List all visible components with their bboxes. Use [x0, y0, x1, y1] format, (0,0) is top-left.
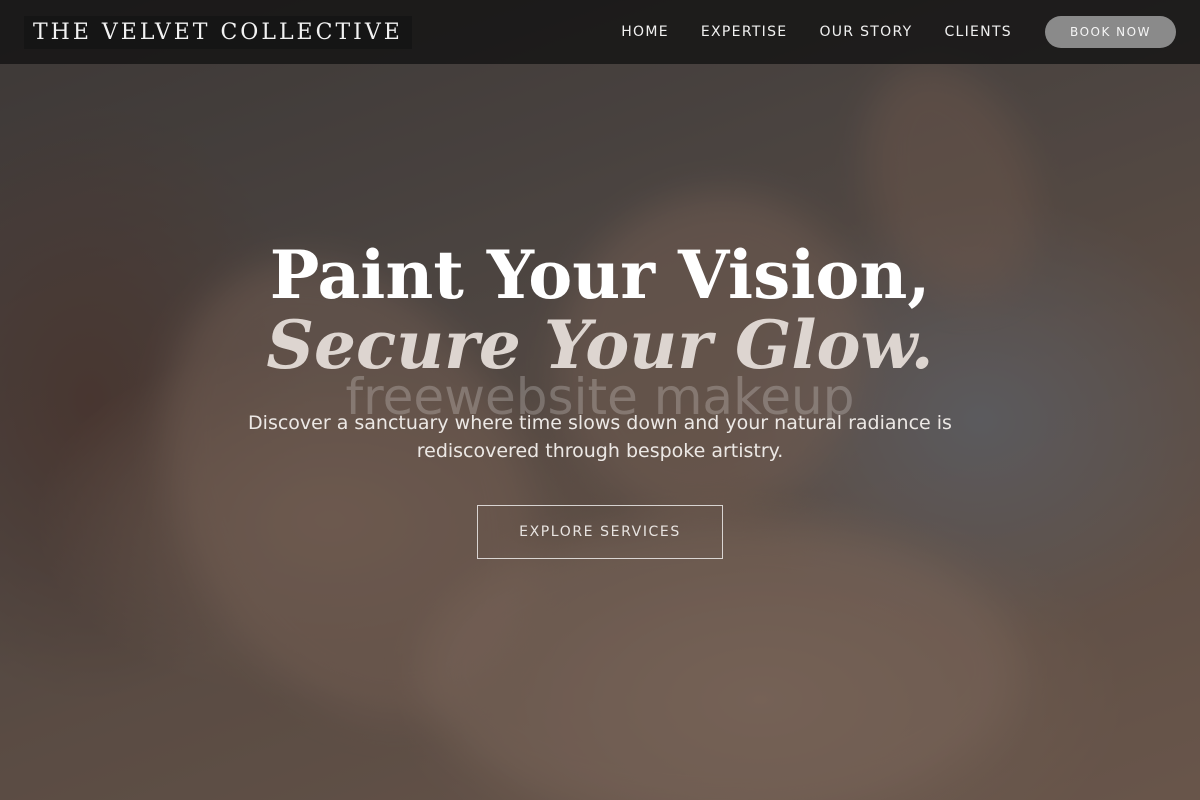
nav-link-expertise[interactable]: EXPERTISE	[701, 24, 788, 40]
nav-links: HOME EXPERTISE OUR STORY CLIENTS BOOK NO…	[589, 16, 1176, 48]
top-navigation: THE VELVET COLLECTIVE HOME EXPERTISE OUR…	[0, 0, 1200, 64]
explore-services-button[interactable]: EXPLORE SERVICES	[477, 505, 723, 559]
nav-link-clients[interactable]: CLIENTS	[944, 24, 1012, 40]
hero-section: Paint Your Vision, Secure Your Glow. fre…	[0, 0, 1200, 800]
hero-subtitle: Discover a sanctuary where time slows do…	[248, 412, 952, 462]
site-logo[interactable]: THE VELVET COLLECTIVE	[24, 15, 412, 49]
book-now-button[interactable]: BOOK NOW	[1045, 16, 1176, 48]
hero-headline-line1: Paint Your Vision,	[269, 236, 931, 314]
nav-link-home[interactable]: HOME	[621, 24, 669, 40]
nav-link-our-story[interactable]: OUR STORY	[819, 24, 912, 40]
